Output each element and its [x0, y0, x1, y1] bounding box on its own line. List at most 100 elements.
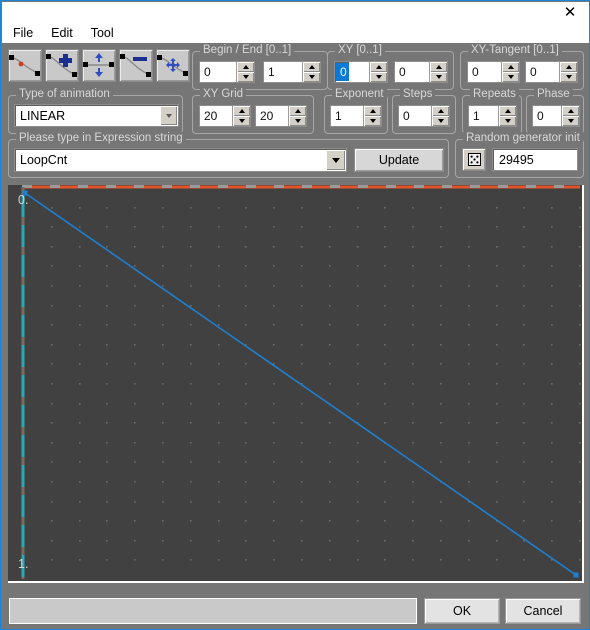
title-bar: ✕	[2, 2, 589, 22]
begin-spinner-arrows[interactable]	[236, 62, 254, 82]
xy-x-spinner-up[interactable]	[370, 62, 387, 72]
end-spinner-down[interactable]	[303, 72, 320, 82]
repeats-spinner[interactable]: 1	[468, 105, 517, 127]
xy-grid-x-spinner-down[interactable]	[233, 116, 250, 126]
random-generator-dice-button[interactable]	[462, 148, 486, 171]
cancel-button[interactable]: Cancel	[505, 598, 581, 624]
status-field	[9, 598, 417, 624]
xy-x-spinner[interactable]: 0	[334, 61, 388, 83]
xy-grid-y-spinner-arrows[interactable]	[288, 106, 306, 126]
curve-start-handle[interactable]	[22, 190, 28, 196]
xy-tangent-x-spinner[interactable]: 0	[467, 61, 520, 83]
end-spinner-arrows[interactable]	[302, 62, 320, 82]
xy-tangent-y-spinner-arrows[interactable]	[559, 62, 577, 82]
curve-move-all-button[interactable]	[156, 49, 190, 82]
random-generator-label: Random generator init	[463, 132, 583, 144]
curve-end-handle[interactable]	[573, 572, 579, 578]
xy-y-spinner-down[interactable]	[430, 72, 447, 82]
exponent-spinner[interactable]: 1	[330, 105, 382, 127]
begin-spinner-up[interactable]	[237, 62, 254, 72]
phase-spinner[interactable]: 0	[532, 105, 580, 127]
xy-tangent-x-spinner-up[interactable]	[502, 62, 519, 72]
phase-label: Phase	[534, 88, 573, 100]
phase-spinner-up[interactable]	[562, 106, 579, 116]
steps-group: Steps 0	[392, 88, 456, 134]
xy-x-spinner-down[interactable]	[370, 72, 387, 82]
xy-y-spinner-up[interactable]	[430, 62, 447, 72]
end-spinner-up[interactable]	[303, 62, 320, 72]
menu-item-file[interactable]: File	[10, 24, 42, 42]
end-spinner[interactable]: 1	[263, 61, 321, 83]
chevron-down-icon[interactable]	[160, 106, 177, 125]
begin-value: 0	[200, 62, 236, 82]
curve-select-point-button[interactable]	[8, 49, 42, 82]
expression-input[interactable]: LoopCnt	[14, 148, 347, 172]
xy-x-value: 0	[336, 63, 349, 81]
xy-tangent-label: XY-Tangent [0..1]	[468, 44, 562, 56]
expression-dropdown-icon[interactable]	[326, 150, 345, 170]
xy-tangent-y-spinner-down[interactable]	[560, 72, 577, 82]
xy-tangent-y-spinner-up[interactable]	[560, 62, 577, 72]
type-of-animation-label: Type of animation	[16, 88, 113, 100]
curve-add-point-button[interactable]	[45, 49, 79, 82]
xy-tangent-y-spinner[interactable]: 0	[525, 61, 578, 83]
close-icon[interactable]: ✕	[550, 2, 589, 22]
curve-move-all-icon	[157, 55, 188, 76]
begin-spinner[interactable]: 0	[199, 61, 255, 83]
steps-spinner[interactable]: 0	[398, 105, 450, 127]
begin-end-label: Begin / End [0..1]	[200, 44, 295, 56]
xy-tangent-x-spinner-down[interactable]	[502, 72, 519, 82]
expression-value: LoopCnt	[20, 153, 68, 167]
steps-spinner-up[interactable]	[432, 106, 449, 116]
phase-spinner-down[interactable]	[562, 116, 579, 126]
ok-button[interactable]: OK	[424, 598, 500, 624]
update-button[interactable]: Update	[354, 148, 444, 172]
repeats-spinner-arrows[interactable]	[498, 106, 516, 126]
xy-grid-x-spinner-arrows[interactable]	[232, 106, 250, 126]
exponent-label: Exponent	[332, 88, 387, 100]
exponent-spinner-down[interactable]	[364, 116, 381, 126]
xy-grid-x-spinner[interactable]: 20	[199, 105, 251, 127]
xy-tangent-x-spinner-arrows[interactable]	[501, 62, 519, 82]
random-generator-input[interactable]: 29495	[492, 148, 578, 171]
xy-grid-y-spinner[interactable]: 20	[255, 105, 307, 127]
control-panel: Begin / End [0..1] 0 1 XY [0..1] 0 0 XY-…	[2, 43, 589, 182]
steps-spinner-down[interactable]	[432, 116, 449, 126]
repeats-value: 1	[469, 106, 498, 126]
menu-item-edit[interactable]: Edit	[48, 24, 82, 42]
curve-remove-point-icon	[120, 54, 151, 77]
dice-icon	[467, 153, 481, 166]
animation-curve-editor-window: ✕ File Edit Tool Begin / End [0..1] 0 1 …	[0, 0, 590, 630]
xy-grid-y-spinner-down[interactable]	[289, 116, 306, 126]
menu-bar: File Edit Tool	[2, 22, 589, 43]
curve-point-icon	[9, 55, 40, 76]
expression-label: Please type in Expression string	[16, 132, 186, 144]
xy-tangent-x-value: 0	[468, 62, 501, 82]
xy-grid-x-spinner-up[interactable]	[233, 106, 250, 116]
xy-y-spinner[interactable]: 0	[394, 61, 448, 83]
xy-grid-x-value: 20	[200, 106, 232, 126]
repeats-group: Repeats 1	[462, 88, 522, 134]
xy-y-spinner-arrows[interactable]	[429, 62, 447, 82]
exponent-spinner-up[interactable]	[364, 106, 381, 116]
begin-end-group: Begin / End [0..1] 0 1	[192, 44, 328, 90]
expression-group: Please type in Expression string LoopCnt…	[8, 132, 449, 178]
xy-x-spinner-arrows[interactable]	[369, 62, 387, 82]
curve-graph[interactable]: 0. 1.	[8, 185, 584, 583]
repeats-label: Repeats	[470, 88, 519, 100]
exponent-spinner-arrows[interactable]	[363, 106, 381, 126]
steps-label: Steps	[400, 88, 436, 100]
xy-grid-y-spinner-up[interactable]	[289, 106, 306, 116]
curve-move-vertical-button[interactable]	[82, 49, 116, 82]
menu-item-tool[interactable]: Tool	[88, 24, 123, 42]
phase-spinner-arrows[interactable]	[561, 106, 579, 126]
graph-background	[8, 185, 582, 581]
begin-spinner-down[interactable]	[237, 72, 254, 82]
curve-vertical-move-icon	[83, 53, 114, 77]
steps-spinner-arrows[interactable]	[431, 106, 449, 126]
exponent-value: 1	[331, 106, 363, 126]
repeats-spinner-up[interactable]	[499, 106, 516, 116]
repeats-spinner-down[interactable]	[499, 116, 516, 126]
curve-remove-point-button[interactable]	[119, 49, 153, 82]
type-of-animation-combo[interactable]: LINEAR	[14, 104, 179, 127]
